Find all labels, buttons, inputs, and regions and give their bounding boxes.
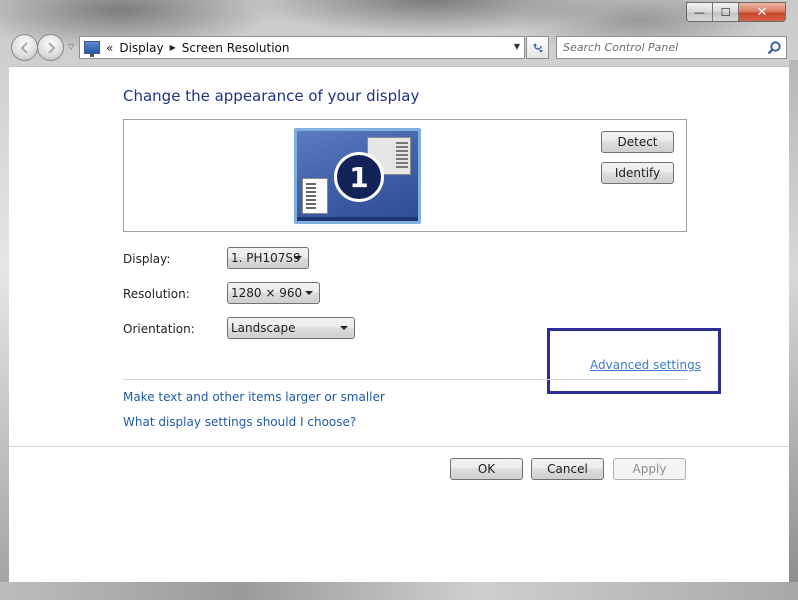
display-label: Display: (123, 252, 171, 266)
page-title: Change the appearance of your display (123, 87, 420, 105)
search-box[interactable] (556, 36, 787, 59)
address-bar[interactable]: « Display ▶ Screen Resolution ▼ (79, 36, 525, 59)
back-forward-group (11, 34, 67, 62)
breadcrumb-chevron-icon[interactable]: ▶ (170, 43, 176, 52)
chevron-down-icon (294, 256, 302, 260)
orientation-dropdown[interactable]: Landscape (227, 317, 355, 339)
divider (123, 379, 687, 380)
identify-button[interactable]: Identify (601, 162, 674, 184)
window-frame-right (789, 60, 798, 585)
detect-button[interactable]: Detect (601, 131, 674, 153)
search-input[interactable] (563, 37, 763, 58)
window-frame-left (0, 60, 9, 585)
resolution-value: 1280 × 960 (231, 286, 303, 300)
maximize-icon: ☐ (720, 6, 731, 19)
forward-button[interactable] (37, 34, 64, 61)
breadcrumb-display[interactable]: Display (119, 41, 163, 55)
window-frame-bottom (0, 582, 798, 600)
chevron-down-icon (340, 326, 348, 330)
cancel-button[interactable]: Cancel (531, 458, 604, 480)
breadcrumb-screen-resolution[interactable]: Screen Resolution (182, 41, 290, 55)
footer-divider (9, 446, 789, 447)
breadcrumb-overflow[interactable]: « (106, 41, 113, 55)
forward-arrow-icon (47, 41, 55, 54)
display-help-link[interactable]: What display settings should I choose? (123, 415, 356, 429)
apply-button[interactable]: Apply (613, 458, 686, 480)
orientation-value: Landscape (231, 321, 296, 335)
advanced-settings-link[interactable]: Advanced settings (590, 358, 701, 372)
minimize-icon: — (694, 6, 705, 19)
display-value: 1. PH107S9 (231, 251, 301, 265)
chevron-down-icon (305, 291, 313, 295)
close-button[interactable]: ✕ (739, 3, 785, 21)
minimize-button[interactable]: — (687, 3, 713, 21)
search-icon[interactable] (766, 40, 782, 56)
monitor-taskbar (297, 217, 418, 221)
ok-button[interactable]: OK (450, 458, 523, 480)
resolution-dropdown[interactable]: 1280 × 960 (227, 282, 320, 304)
address-dropdown-icon[interactable]: ▼ (514, 42, 520, 51)
content-pane: Change the appearance of your display 1 … (9, 66, 789, 582)
text-size-link[interactable]: Make text and other items larger or smal… (123, 390, 385, 404)
back-arrow-icon (20, 41, 28, 54)
orientation-label: Orientation: (123, 322, 195, 336)
caption-buttons: — ☐ ✕ (686, 2, 786, 22)
monitor-preview: 1 Detect Identify (123, 119, 687, 232)
monitor-1[interactable]: 1 (294, 128, 421, 224)
resolution-label: Resolution: (123, 287, 190, 301)
monitor-number-badge: 1 (334, 152, 384, 202)
display-dropdown[interactable]: 1. PH107S9 (227, 247, 309, 269)
refresh-icon (532, 42, 543, 53)
display-control-panel-icon (84, 41, 100, 57)
close-icon: ✕ (756, 5, 768, 20)
navigation-bar: ▽ « Display ▶ Screen Resolution ▼ (9, 33, 789, 63)
recent-pages-dropdown[interactable]: ▽ (68, 42, 74, 51)
back-button[interactable] (11, 34, 38, 61)
monitor-window-icon (302, 178, 328, 214)
refresh-button[interactable] (526, 36, 549, 59)
maximize-button[interactable]: ☐ (713, 3, 739, 21)
